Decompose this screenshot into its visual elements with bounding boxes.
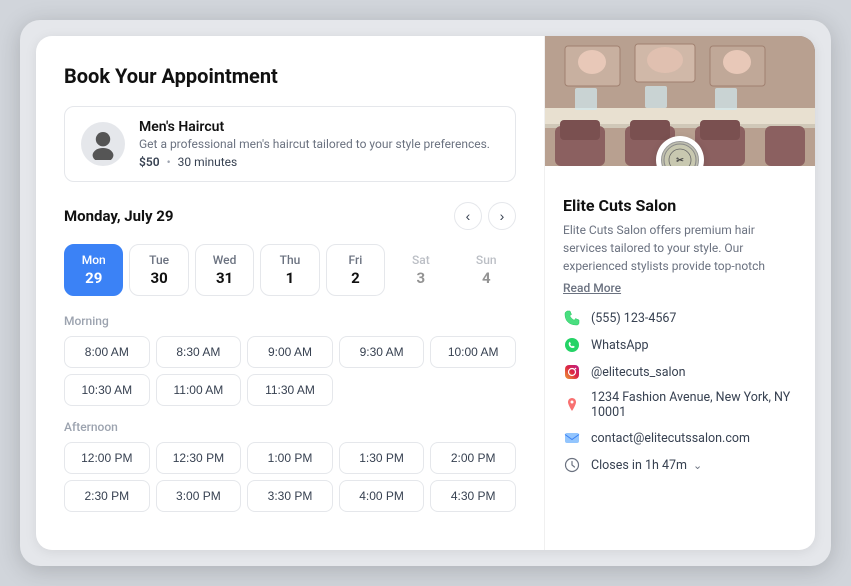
time-1000am[interactable]: 10:00 AM (430, 336, 516, 368)
email-icon (563, 429, 581, 447)
time-800am[interactable]: 8:00 AM (64, 336, 150, 368)
right-panel: ✂ ELITE CUTS Elite Cuts Salon Elite Cuts… (545, 36, 815, 550)
time-1230pm[interactable]: 12:30 PM (156, 442, 242, 474)
contact-list: (555) 123-4567 WhatsApp (563, 309, 797, 474)
day-selector: Mon 29 Tue 30 Wed 31 Thu 1 Fri 2 (64, 244, 516, 296)
time-430pm[interactable]: 4:30 PM (430, 480, 516, 512)
phone-icon (563, 309, 581, 327)
morning-label: Morning (64, 314, 516, 328)
time-230pm[interactable]: 2:30 PM (64, 480, 150, 512)
prev-week-button[interactable]: ‹ (454, 202, 482, 230)
time-200pm[interactable]: 2:00 PM (430, 442, 516, 474)
date-label: Monday, July 29 (64, 207, 174, 225)
day-cell-thu[interactable]: Thu 1 (260, 244, 319, 296)
service-avatar (81, 122, 125, 166)
contact-phone: (555) 123-4567 (563, 309, 797, 327)
read-more-link[interactable]: Read More (563, 281, 621, 295)
clock-icon (563, 456, 581, 474)
contact-instagram: @elitecuts_salon (563, 363, 797, 381)
location-icon (563, 396, 581, 414)
app-container: Book Your Appointment Men's Haircut Get … (20, 20, 831, 566)
contact-hours[interactable]: Closes in 1h 47m ⌄ (563, 456, 797, 474)
morning-time-grid: 8:00 AM 8:30 AM 9:00 AM 9:30 AM 10:00 AM… (64, 336, 516, 406)
time-930am[interactable]: 9:30 AM (339, 336, 425, 368)
left-panel: Book Your Appointment Men's Haircut Get … (36, 36, 545, 550)
day-cell-wed[interactable]: Wed 31 (195, 244, 254, 296)
page-title: Book Your Appointment (64, 64, 516, 88)
salon-name: Elite Cuts Salon (563, 196, 797, 215)
time-100pm[interactable]: 1:00 PM (247, 442, 333, 474)
service-description: Get a professional men's haircut tailore… (139, 137, 490, 151)
instagram-value: @elitecuts_salon (591, 365, 686, 380)
afternoon-label: Afternoon (64, 420, 516, 434)
whatsapp-icon (563, 336, 581, 354)
next-week-button[interactable]: › (488, 202, 516, 230)
date-nav: ‹ › (454, 202, 516, 230)
time-330pm[interactable]: 3:30 PM (247, 480, 333, 512)
hours-chevron-icon: ⌄ (693, 459, 702, 472)
svg-text:✂: ✂ (676, 155, 684, 165)
time-1130am[interactable]: 11:30 AM (247, 374, 333, 406)
contact-whatsapp: WhatsApp (563, 336, 797, 354)
date-header: Monday, July 29 ‹ › (64, 202, 516, 230)
time-830am[interactable]: 8:30 AM (156, 336, 242, 368)
day-cell-fri[interactable]: Fri 2 (326, 244, 385, 296)
address-value: 1234 Fashion Avenue, New York, NY 10001 (591, 390, 797, 420)
salon-description: Elite Cuts Salon offers premium hair ser… (563, 221, 797, 275)
afternoon-time-grid: 12:00 PM 12:30 PM 1:00 PM 1:30 PM 2:00 P… (64, 442, 516, 512)
time-300pm[interactable]: 3:00 PM (156, 480, 242, 512)
day-cell-sun: Sun 4 (457, 244, 516, 296)
whatsapp-value: WhatsApp (591, 338, 649, 353)
time-400pm[interactable]: 4:00 PM (339, 480, 425, 512)
phone-value: (555) 123-4567 (591, 311, 676, 326)
contact-address: 1234 Fashion Avenue, New York, NY 10001 (563, 390, 797, 420)
hours-value: Closes in 1h 47m (591, 458, 687, 473)
time-1100am[interactable]: 11:00 AM (156, 374, 242, 406)
service-meta: $50 • 30 minutes (139, 155, 490, 169)
day-cell-sat: Sat 3 (391, 244, 450, 296)
service-card: Men's Haircut Get a professional men's h… (64, 106, 516, 182)
time-900am[interactable]: 9:00 AM (247, 336, 333, 368)
day-cell-mon[interactable]: Mon 29 (64, 244, 123, 296)
service-price: $50 (139, 155, 160, 169)
contact-email: contact@elitecutssalon.com (563, 429, 797, 447)
time-1030am[interactable]: 10:30 AM (64, 374, 150, 406)
instagram-icon (563, 363, 581, 381)
day-cell-tue[interactable]: Tue 30 (129, 244, 188, 296)
main-card: Book Your Appointment Men's Haircut Get … (36, 36, 815, 550)
salon-image: ✂ ELITE CUTS (545, 36, 815, 166)
salon-info: Elite Cuts Salon Elite Cuts Salon offers… (545, 166, 815, 550)
service-info: Men's Haircut Get a professional men's h… (139, 119, 490, 169)
service-duration: 30 minutes (178, 155, 238, 169)
email-value: contact@elitecutssalon.com (591, 431, 750, 446)
time-130pm[interactable]: 1:30 PM (339, 442, 425, 474)
service-name: Men's Haircut (139, 119, 490, 135)
time-1200pm[interactable]: 12:00 PM (64, 442, 150, 474)
